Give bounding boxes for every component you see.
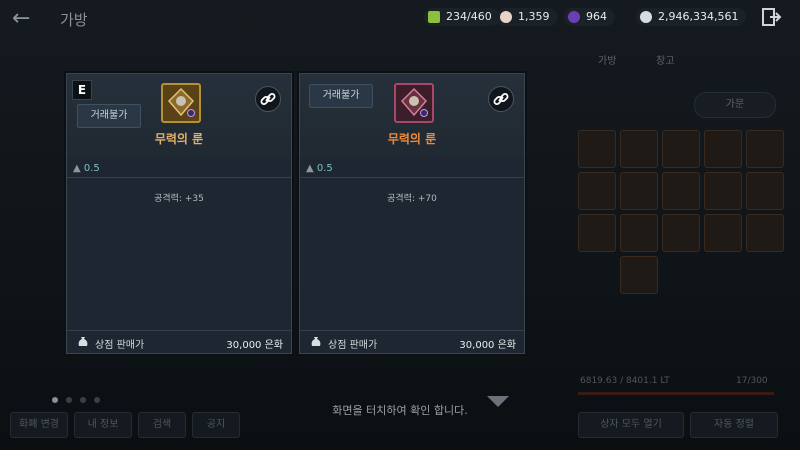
inventory-slot[interactable] bbox=[704, 130, 742, 168]
inventory-slot[interactable] bbox=[746, 214, 784, 252]
rune-icon bbox=[161, 83, 201, 123]
touch-hint: 화면을 터치하여 확인 합니다. bbox=[332, 404, 468, 417]
grade-badge: E bbox=[72, 80, 92, 100]
money-bag-icon bbox=[78, 337, 88, 346]
weight-icon: ▲ bbox=[306, 163, 314, 174]
silver-coin-icon bbox=[640, 11, 652, 23]
inventory-slot[interactable] bbox=[620, 130, 658, 168]
back-arrow-icon[interactable]: ← bbox=[12, 6, 30, 31]
inventory-slot[interactable] bbox=[746, 172, 784, 210]
inventory-slot[interactable] bbox=[620, 172, 658, 210]
rune-icon bbox=[394, 83, 434, 123]
inventory-slot[interactable] bbox=[620, 256, 658, 294]
card-header: 거래불가 무력의 룬 bbox=[300, 74, 524, 158]
resource-weight-value: 234/460 bbox=[446, 10, 492, 23]
resource-dark-stone-value: 964 bbox=[586, 10, 607, 23]
resource-dark-stone: 964 bbox=[564, 8, 615, 26]
tab-bag-dim[interactable]: 가방 bbox=[598, 52, 616, 70]
item-weight: ▲ 0.5 bbox=[306, 163, 333, 174]
attack-stat: 공격력: +70 bbox=[387, 194, 437, 204]
weight-icon: ▲ bbox=[73, 163, 81, 174]
backpack-icon bbox=[428, 11, 440, 23]
page-title: 가방 bbox=[60, 11, 88, 29]
left-menu-dim bbox=[10, 40, 70, 190]
inventory-slot[interactable] bbox=[578, 172, 616, 210]
inventory-slot[interactable] bbox=[662, 130, 700, 168]
inventory-slot[interactable] bbox=[578, 214, 616, 252]
sell-price-row: 상점 판매가 30,000 은화 bbox=[300, 331, 524, 353]
exit-icon[interactable] bbox=[760, 6, 782, 28]
inventory-slot[interactable] bbox=[578, 130, 616, 168]
tab-warehouse-dim[interactable]: 창고 bbox=[656, 52, 674, 70]
inventory-slot[interactable] bbox=[662, 172, 700, 210]
sell-price-row: 상점 판매가 30,000 은화 bbox=[67, 331, 291, 353]
slot-count: 17/300 bbox=[736, 376, 768, 386]
attack-stat: 공격력: +35 bbox=[154, 194, 204, 204]
divider bbox=[67, 177, 291, 178]
inventory-slot[interactable] bbox=[704, 214, 742, 252]
resource-pearl: 1,359 bbox=[496, 8, 558, 26]
divider bbox=[300, 177, 524, 178]
money-bag-icon bbox=[311, 337, 321, 346]
resource-weight: 234/460 bbox=[424, 8, 500, 26]
toggle-family-dim[interactable]: 가문 bbox=[694, 92, 776, 118]
item-weight-value: 0.5 bbox=[316, 163, 333, 174]
sell-price-label: 상점 판매가 bbox=[95, 340, 145, 351]
resource-silver: 2,946,334,561 bbox=[636, 8, 747, 26]
pearl-icon bbox=[500, 11, 512, 23]
sell-price-label: 상점 판매가 bbox=[328, 340, 378, 351]
inventory-slot[interactable] bbox=[662, 214, 700, 252]
untradeable-tag: 거래불가 bbox=[309, 84, 373, 108]
link-icon[interactable] bbox=[488, 86, 514, 112]
sell-price-value: 30,000 은화 bbox=[226, 340, 283, 351]
item-tooltip-card: E 거래불가 무력의 룬 ▲ 0.5 공격력: +35 상점 판매가 30,00… bbox=[66, 73, 292, 354]
sell-price-value: 30,000 은화 bbox=[459, 340, 516, 351]
card-header: E 거래불가 무력의 룬 bbox=[67, 74, 291, 158]
link-icon[interactable] bbox=[255, 86, 281, 112]
weight-bar bbox=[578, 392, 774, 395]
untradeable-tag: 거래불가 bbox=[77, 104, 141, 128]
top-bar: ← 가방 234/460 1,359 964 2,946,334,561 bbox=[0, 0, 800, 36]
inventory-slot[interactable] bbox=[704, 172, 742, 210]
chevron-down-icon[interactable] bbox=[487, 396, 509, 407]
item-tooltip-card: 거래불가 무력의 룬 ▲ 0.5 공격력: +70 상점 판매가 30,000 … bbox=[299, 73, 525, 354]
item-name: 무력의 룬 bbox=[387, 132, 437, 146]
item-weight-value: 0.5 bbox=[83, 163, 100, 174]
weight-readout: 6819.63 / 8401.1 LT bbox=[580, 376, 670, 386]
resource-silver-value: 2,946,334,561 bbox=[658, 10, 739, 23]
inventory-slot[interactable] bbox=[620, 214, 658, 252]
inventory-slot[interactable] bbox=[746, 130, 784, 168]
resource-pearl-value: 1,359 bbox=[518, 10, 550, 23]
dark-stone-icon bbox=[568, 11, 580, 23]
item-name: 무력의 룬 bbox=[154, 132, 204, 146]
item-weight: ▲ 0.5 bbox=[73, 163, 100, 174]
